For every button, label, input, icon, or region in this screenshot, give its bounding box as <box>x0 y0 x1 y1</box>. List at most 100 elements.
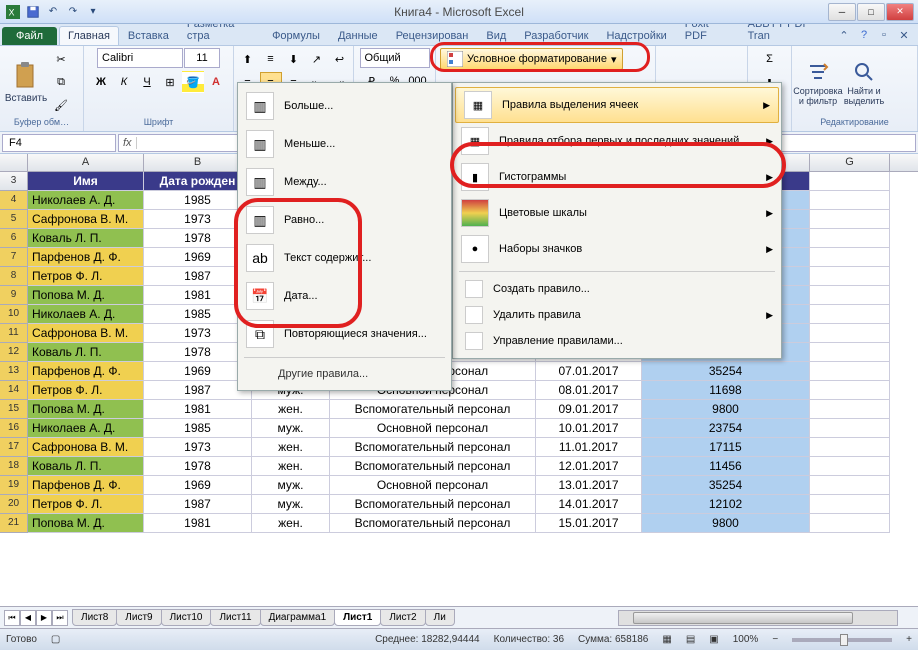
cell[interactable]: Петров Ф. Л. <box>28 267 144 286</box>
cell[interactable]: 12.01.2017 <box>536 457 642 476</box>
row-header[interactable]: 17 <box>0 438 28 457</box>
cell[interactable]: Вспомогательный персонал <box>330 400 536 419</box>
sheet-tab[interactable]: Лист1 <box>334 609 381 626</box>
minimize-button[interactable]: ─ <box>828 3 856 21</box>
cell[interactable]: Дата рожден <box>144 172 252 191</box>
row-header[interactable]: 18 <box>0 457 28 476</box>
cell[interactable] <box>810 419 890 438</box>
cf-color-scales[interactable]: Цветовые шкалы▶ <box>453 195 781 231</box>
cell[interactable]: 1978 <box>144 229 252 248</box>
col-header[interactable]: B <box>144 154 252 171</box>
horizontalEXP-scrollbar[interactable] <box>618 610 898 626</box>
scrollbar-thumb[interactable] <box>633 612 853 624</box>
sheet-tab[interactable]: Лист8 <box>72 609 117 626</box>
cell[interactable]: 1985 <box>144 191 252 210</box>
cell[interactable]: Коваль Л. П. <box>28 343 144 362</box>
cell[interactable] <box>810 495 890 514</box>
row-header[interactable]: 13 <box>0 362 28 381</box>
name-box[interactable]: F4 <box>2 134 116 152</box>
cell[interactable]: 15.01.2017 <box>536 514 642 533</box>
cell[interactable]: Коваль Л. П. <box>28 229 144 248</box>
cell[interactable]: 11456 <box>642 457 810 476</box>
copy-icon[interactable]: ⧉ <box>50 72 72 94</box>
sheet-tab[interactable]: Лист11 <box>210 609 260 626</box>
cell[interactable]: 13.01.2017 <box>536 476 642 495</box>
cell[interactable]: муж. <box>252 495 330 514</box>
cell[interactable]: 1973 <box>144 210 252 229</box>
close-button[interactable]: ✕ <box>886 3 914 21</box>
cf-manage-rules[interactable]: Управление правилами... <box>453 328 781 354</box>
cell[interactable]: 1973 <box>144 324 252 343</box>
row-header[interactable]: 19 <box>0 476 28 495</box>
cell[interactable]: жен. <box>252 514 330 533</box>
row-header[interactable]: 7 <box>0 248 28 267</box>
cf-data-bars[interactable]: ▮Гистограммы▶ <box>453 159 781 195</box>
redo-icon[interactable]: ↷ <box>64 3 82 21</box>
rule-duplicate[interactable]: ⧉Повторяющиеся значения... <box>238 315 451 353</box>
zoom-out-icon[interactable]: − <box>772 634 778 645</box>
cell[interactable]: 35254 <box>642 476 810 495</box>
status-macro-icon[interactable]: ▢ <box>51 634 60 645</box>
cell[interactable]: 12102 <box>642 495 810 514</box>
rule-equal-to[interactable]: ▥Равно... <box>238 201 451 239</box>
cell[interactable]: Имя <box>28 172 144 191</box>
row-header[interactable]: 16 <box>0 419 28 438</box>
cell[interactable] <box>810 210 890 229</box>
cell[interactable] <box>810 191 890 210</box>
save-icon[interactable] <box>24 3 42 21</box>
row-header[interactable]: 6 <box>0 229 28 248</box>
border-icon[interactable]: ⊞ <box>159 71 181 93</box>
cell[interactable]: Николаев А. Д. <box>28 191 144 210</box>
minimize-ribbon-icon[interactable]: ⌃ <box>836 29 852 45</box>
cf-clear-rules[interactable]: Удалить правила▶ <box>453 302 781 328</box>
cell[interactable]: Вспомогательный персонал <box>330 438 536 457</box>
view-pagebreak-icon[interactable]: ▣ <box>709 634 718 645</box>
tab-developer[interactable]: Разработчик <box>515 26 597 45</box>
cell[interactable]: 1969 <box>144 476 252 495</box>
fill-color-icon[interactable]: 🪣 <box>182 71 204 93</box>
conditional-formatting-button[interactable]: Условное форматирование ▾ <box>440 48 623 70</box>
row-header[interactable]: 5 <box>0 210 28 229</box>
underline-icon[interactable]: Ч <box>136 71 158 93</box>
rule-text-contains[interactable]: abТекст содержит... <box>238 239 451 277</box>
cell[interactable] <box>810 305 890 324</box>
view-normal-icon[interactable]: ▦ <box>662 634 671 645</box>
cell[interactable]: 9800 <box>642 400 810 419</box>
cell[interactable]: Петров Ф. Л. <box>28 495 144 514</box>
cell[interactable] <box>810 267 890 286</box>
rule-greater-than[interactable]: ▥Больше... <box>238 87 451 125</box>
cell[interactable]: 1987 <box>144 381 252 400</box>
cell[interactable]: муж. <box>252 476 330 495</box>
cell[interactable]: Николаев А. Д. <box>28 419 144 438</box>
cell[interactable]: 11698 <box>642 381 810 400</box>
rule-less-than[interactable]: ▥Меньше... <box>238 125 451 163</box>
wrap-text-icon[interactable]: ↩ <box>329 48 351 70</box>
paste-button[interactable]: Вставить <box>4 50 48 116</box>
cell[interactable]: Парфенов Д. Ф. <box>28 476 144 495</box>
view-layout-icon[interactable]: ▤ <box>686 634 695 645</box>
cell[interactable]: 1973 <box>144 438 252 457</box>
cell[interactable]: 23754 <box>642 419 810 438</box>
maximize-button[interactable]: □ <box>857 3 885 21</box>
cell[interactable]: 1981 <box>144 286 252 305</box>
window-restore-icon[interactable]: ▫ <box>876 29 892 45</box>
cell[interactable]: жен. <box>252 457 330 476</box>
select-all-corner[interactable] <box>0 154 28 171</box>
row-header[interactable]: 14 <box>0 381 28 400</box>
cell[interactable]: 1985 <box>144 419 252 438</box>
row-header[interactable]: 9 <box>0 286 28 305</box>
cell[interactable]: Вспомогательный персонал <box>330 457 536 476</box>
cell[interactable] <box>810 286 890 305</box>
cell[interactable] <box>810 324 890 343</box>
close-doc-icon[interactable]: ✕ <box>896 29 912 45</box>
row-header[interactable]: 20 <box>0 495 28 514</box>
tab-data[interactable]: Данные <box>329 26 387 45</box>
cell[interactable]: 1981 <box>144 514 252 533</box>
zoom-thumb[interactable] <box>840 634 848 646</box>
cell[interactable]: 09.01.2017 <box>536 400 642 419</box>
cell[interactable]: муж. <box>252 419 330 438</box>
tab-insert[interactable]: Вставка <box>119 26 178 45</box>
cell[interactable]: Основной персонал <box>330 476 536 495</box>
cell[interactable]: 1978 <box>144 343 252 362</box>
row-header[interactable]: 12 <box>0 343 28 362</box>
